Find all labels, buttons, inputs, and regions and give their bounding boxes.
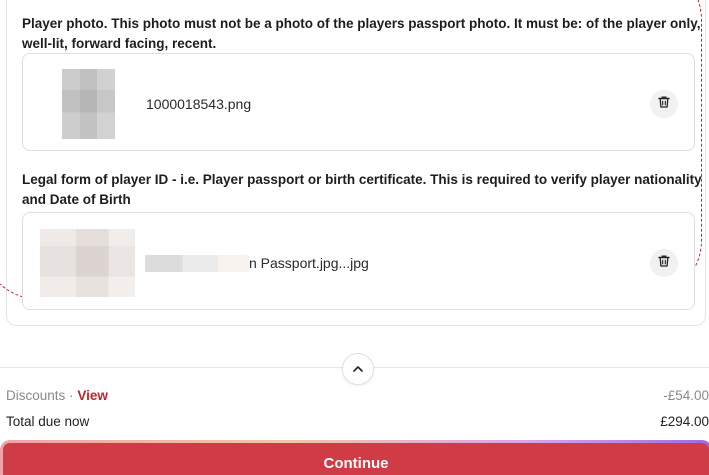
player-id-file-row: n Passport.jpg...jpg xyxy=(22,212,695,310)
total-label: Total due now xyxy=(6,414,90,429)
player-id-label: Legal form of player ID - i.e. Player pa… xyxy=(22,172,702,207)
discounts-label: Discounts xyxy=(6,388,66,403)
discounts-separator: · xyxy=(69,388,74,403)
player-id-file-name: n Passport.jpg...jpg xyxy=(249,255,369,271)
delete-player-id-button[interactable] xyxy=(650,249,678,277)
checkout-page: Player photo. This photo must not be a p… xyxy=(0,0,709,475)
passport-thumbnail xyxy=(40,229,135,297)
trash-icon xyxy=(657,254,671,273)
redacted-file-name-part xyxy=(145,255,249,272)
discount-amount: -£54.00 xyxy=(663,388,709,403)
trash-icon xyxy=(657,95,671,114)
view-discounts-link[interactable]: View xyxy=(77,388,108,403)
collapse-summary-button[interactable] xyxy=(342,353,374,385)
chevron-up-icon xyxy=(352,360,364,378)
continue-button-focus-ring: Continue xyxy=(0,440,709,475)
player-photo-label: Player photo. This photo must not be a p… xyxy=(22,16,701,51)
continue-button[interactable]: Continue xyxy=(3,443,709,475)
player-photo-file-row: 1000018543.png xyxy=(22,53,695,151)
total-amount: £294.00 xyxy=(660,414,709,429)
delete-player-photo-button[interactable] xyxy=(650,90,678,118)
player-photo-thumbnail xyxy=(62,69,115,139)
player-photo-file-name: 1000018543.png xyxy=(146,96,252,112)
